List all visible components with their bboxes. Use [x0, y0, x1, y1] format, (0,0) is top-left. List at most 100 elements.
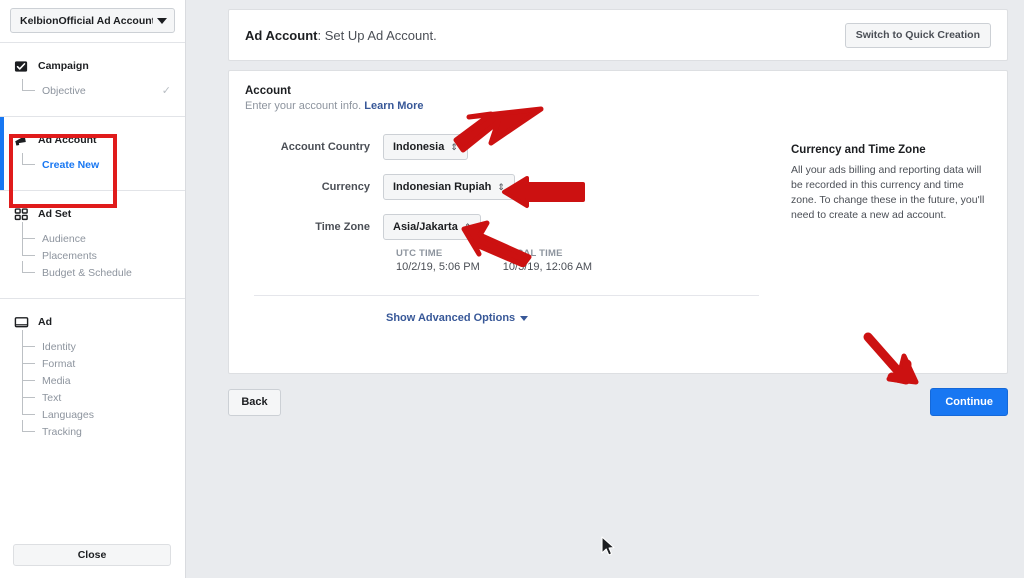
select-updown-icon: ⇕ [463, 221, 472, 232]
sidebar-item-identity-label: Identity [42, 341, 76, 353]
tree-branch-icon [22, 222, 35, 239]
main-content: Ad Account: Set Up Ad Account. Switch to… [187, 0, 1024, 578]
page-header-card: Ad Account: Set Up Ad Account. Switch to… [228, 9, 1008, 61]
tree-branch-icon [22, 239, 35, 256]
tree-elbow-icon [22, 79, 35, 91]
switch-to-quick-creation-button[interactable]: Switch to Quick Creation [844, 22, 991, 48]
tree-branch-icon [22, 381, 35, 398]
utc-time-heading: UTC TIME [396, 248, 443, 259]
sidebar-section-ad-set-label: Ad Set [38, 208, 72, 220]
page-title: Ad Account: Set Up Ad Account. [245, 28, 437, 43]
account-section-subtitle: Enter your account info. Learn More [245, 100, 991, 112]
megaphone-icon [14, 133, 29, 148]
tree-branch-icon [22, 398, 35, 415]
page-title-rest: : Set Up Ad Account. [317, 27, 437, 43]
select-updown-icon: ⇕ [450, 141, 458, 152]
account-form-fields: Account Country Indonesia ⇕ Currency Ind… [245, 134, 765, 326]
grid-icon [14, 207, 29, 222]
sidebar-item-media-label: Media [42, 375, 71, 387]
time-zone-label: Time Zone [315, 221, 370, 233]
sidebar-section-campaign-label: Campaign [38, 60, 89, 72]
sidebar-item-budget-schedule-label: Budget & Schedule [42, 267, 132, 279]
info-body: All your ads billing and reporting data … [791, 164, 985, 221]
tree-branch-icon [22, 347, 35, 364]
currency-value: Indonesian Rupiah [393, 181, 492, 193]
account-country-select[interactable]: Indonesia ⇕ [383, 134, 468, 160]
form-divider [254, 295, 759, 296]
sidebar: KelbionOfficial Ad Account… Campaign Obj… [0, 0, 186, 578]
close-button[interactable]: Close [13, 544, 171, 566]
form-row-time-zone: Time Zone Asia/Jakarta ⇕ [245, 214, 765, 240]
close-button-container: Close [0, 544, 184, 566]
window-icon [14, 315, 29, 330]
tree-elbow-icon [22, 420, 35, 432]
chevron-down-icon [520, 315, 529, 321]
select-updown-icon: ⇕ [497, 181, 505, 192]
sidebar-section-ad-label: Ad [38, 316, 52, 328]
utc-time-value: 10/2/19, 5:06 PM [396, 261, 480, 273]
sidebar-subitems-ad-set: Audience Placements Budget & Schedule [0, 222, 185, 281]
tree-elbow-icon [22, 261, 35, 273]
account-setup-card: Account Enter your account info. Learn M… [228, 70, 1008, 374]
sidebar-subitems-ad-account: Create New [0, 153, 185, 173]
sidebar-item-format-label: Format [42, 358, 76, 370]
sidebar-item-placements-label: Placements [42, 250, 97, 262]
currency-timezone-info: Currency and Time Zone All your ads bill… [791, 134, 991, 326]
sidebar-section-ad-set-header[interactable]: Ad Set [0, 205, 185, 223]
utc-time-block: UTC TIME 10/2/19, 5:06 PM [396, 248, 480, 273]
sidebar-section-campaign-header[interactable]: Campaign [0, 57, 185, 75]
sidebar-item-tracking[interactable]: Tracking [0, 420, 185, 440]
back-button[interactable]: Back [228, 388, 281, 416]
time-zone-value: Asia/Jakarta [393, 221, 458, 233]
form-row-account-country: Account Country Indonesia ⇕ [245, 134, 765, 160]
show-advanced-options-link[interactable]: Show Advanced Options [386, 312, 529, 324]
sidebar-section-ad-header[interactable]: Ad [0, 313, 185, 331]
sidebar-item-create-new-label: Create New [42, 159, 100, 171]
tree-branch-icon [22, 364, 35, 381]
sidebar-section-ad-account[interactable]: Ad Account Create New [0, 117, 185, 191]
form-row-currency: Currency Indonesian Rupiah ⇕ [245, 174, 765, 200]
account-section-title: Account [245, 85, 291, 97]
sidebar-section-ad[interactable]: Ad Identity Format Media Text Languages … [0, 299, 185, 457]
currency-label: Currency [321, 181, 370, 193]
sidebar-item-text-label: Text [42, 392, 62, 404]
sidebar-item-budget-schedule[interactable]: Budget & Schedule [0, 261, 185, 281]
learn-more-link[interactable]: Learn More [364, 100, 423, 112]
account-country-label: Account Country [280, 141, 370, 153]
show-advanced-options-label: Show Advanced Options [386, 312, 516, 324]
campaign-checkbox-icon [14, 59, 29, 74]
tree-branch-icon [22, 330, 35, 347]
sidebar-item-audience-label: Audience [42, 233, 86, 245]
check-icon: ✓ [161, 84, 171, 97]
page-title-bold: Ad Account [245, 27, 318, 43]
currency-select[interactable]: Indonesian Rupiah ⇕ [383, 174, 515, 200]
account-picker-label: KelbionOfficial Ad Account… [20, 14, 153, 27]
local-time-value: 10/3/19, 12:06 AM [502, 261, 593, 273]
continue-button[interactable]: Continue [930, 388, 1008, 416]
chevron-down-icon [157, 17, 167, 24]
local-time-heading: LOCAL TIME [502, 248, 563, 259]
sidebar-item-create-new[interactable]: Create New [0, 153, 185, 173]
sidebar-subitems-campaign: Objective ✓ [0, 79, 185, 99]
account-form-area: Account Country Indonesia ⇕ Currency Ind… [245, 134, 991, 326]
footer-actions: Back Continue [228, 388, 1008, 416]
account-picker-dropdown[interactable]: KelbionOfficial Ad Account… [10, 8, 175, 33]
sidebar-section-ad-set[interactable]: Ad Set Audience Placements Budget & Sche… [0, 191, 185, 299]
app-root: KelbionOfficial Ad Account… Campaign Obj… [0, 0, 1024, 578]
time-zone-select[interactable]: Asia/Jakarta ⇕ [383, 214, 482, 240]
account-picker-container: KelbionOfficial Ad Account… [0, 0, 185, 43]
sidebar-item-tracking-label: Tracking [42, 426, 82, 438]
account-country-value: Indonesia [393, 141, 445, 153]
sidebar-section-campaign[interactable]: Campaign Objective ✓ [0, 43, 185, 117]
time-preview-row: UTC TIME 10/2/19, 5:06 PM LOCAL TIME 10/… [396, 248, 765, 273]
sidebar-item-languages-label: Languages [42, 409, 94, 421]
sidebar-section-ad-account-header[interactable]: Ad Account [0, 131, 185, 149]
sidebar-subitems-ad: Identity Format Media Text Languages Tra… [0, 330, 185, 440]
info-title: Currency and Time Zone [791, 144, 926, 156]
sidebar-item-objective-label: Objective [42, 85, 86, 97]
sidebar-item-objective[interactable]: Objective ✓ [0, 79, 185, 99]
sidebar-section-ad-account-label: Ad Account [38, 134, 97, 146]
account-subtitle-text: Enter your account info. [245, 100, 362, 112]
local-time-block: LOCAL TIME 10/3/19, 12:06 AM [503, 248, 592, 273]
tree-elbow-icon [22, 153, 35, 165]
